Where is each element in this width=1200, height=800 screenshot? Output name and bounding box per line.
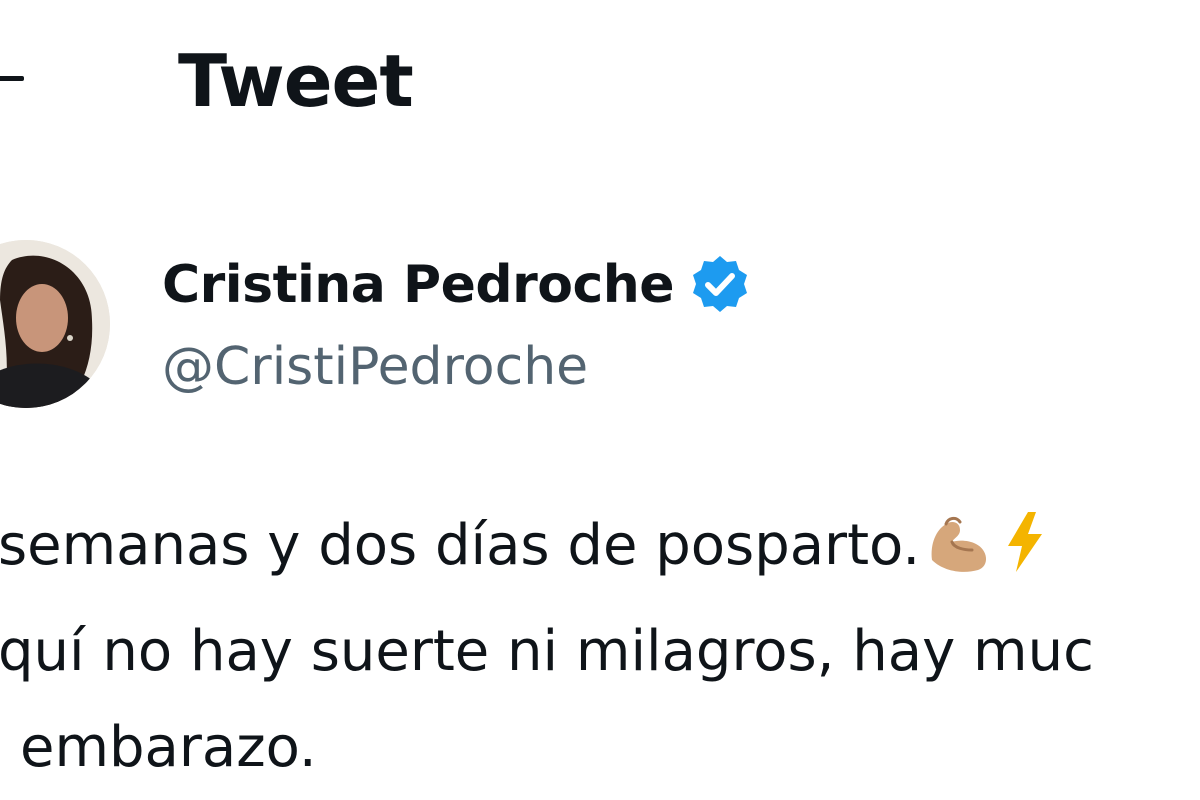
tweet-body: semanas y dos días de posparto. quí no h…	[0, 498, 1200, 796]
lightning-icon	[998, 508, 1048, 604]
author-name-text: Cristina Pedroche	[162, 255, 675, 315]
author-display-name[interactable]: Cristina Pedroche	[162, 250, 752, 320]
tweet-line: quí no hay suerte ni milagros, hay muc	[0, 604, 1200, 700]
author-handle[interactable]: @CristiPedroche	[162, 332, 588, 402]
tweet-line-text: embarazo.	[20, 715, 317, 780]
flexed-biceps-icon	[924, 508, 994, 604]
back-button[interactable]	[0, 58, 28, 102]
avatar-image	[0, 240, 110, 408]
tweet-line-text: quí no hay suerte ni milagros, hay muc	[0, 619, 1094, 684]
page-title: Tweet	[178, 39, 414, 123]
back-arrow-icon	[0, 76, 24, 81]
avatar[interactable]	[0, 240, 110, 408]
tweet-line: embarazo.	[0, 700, 1200, 796]
tweet-line-text: semanas y dos días de posparto.	[0, 513, 921, 578]
verified-badge-icon[interactable]	[688, 253, 752, 317]
tweet-line: semanas y dos días de posparto.	[0, 498, 1200, 604]
